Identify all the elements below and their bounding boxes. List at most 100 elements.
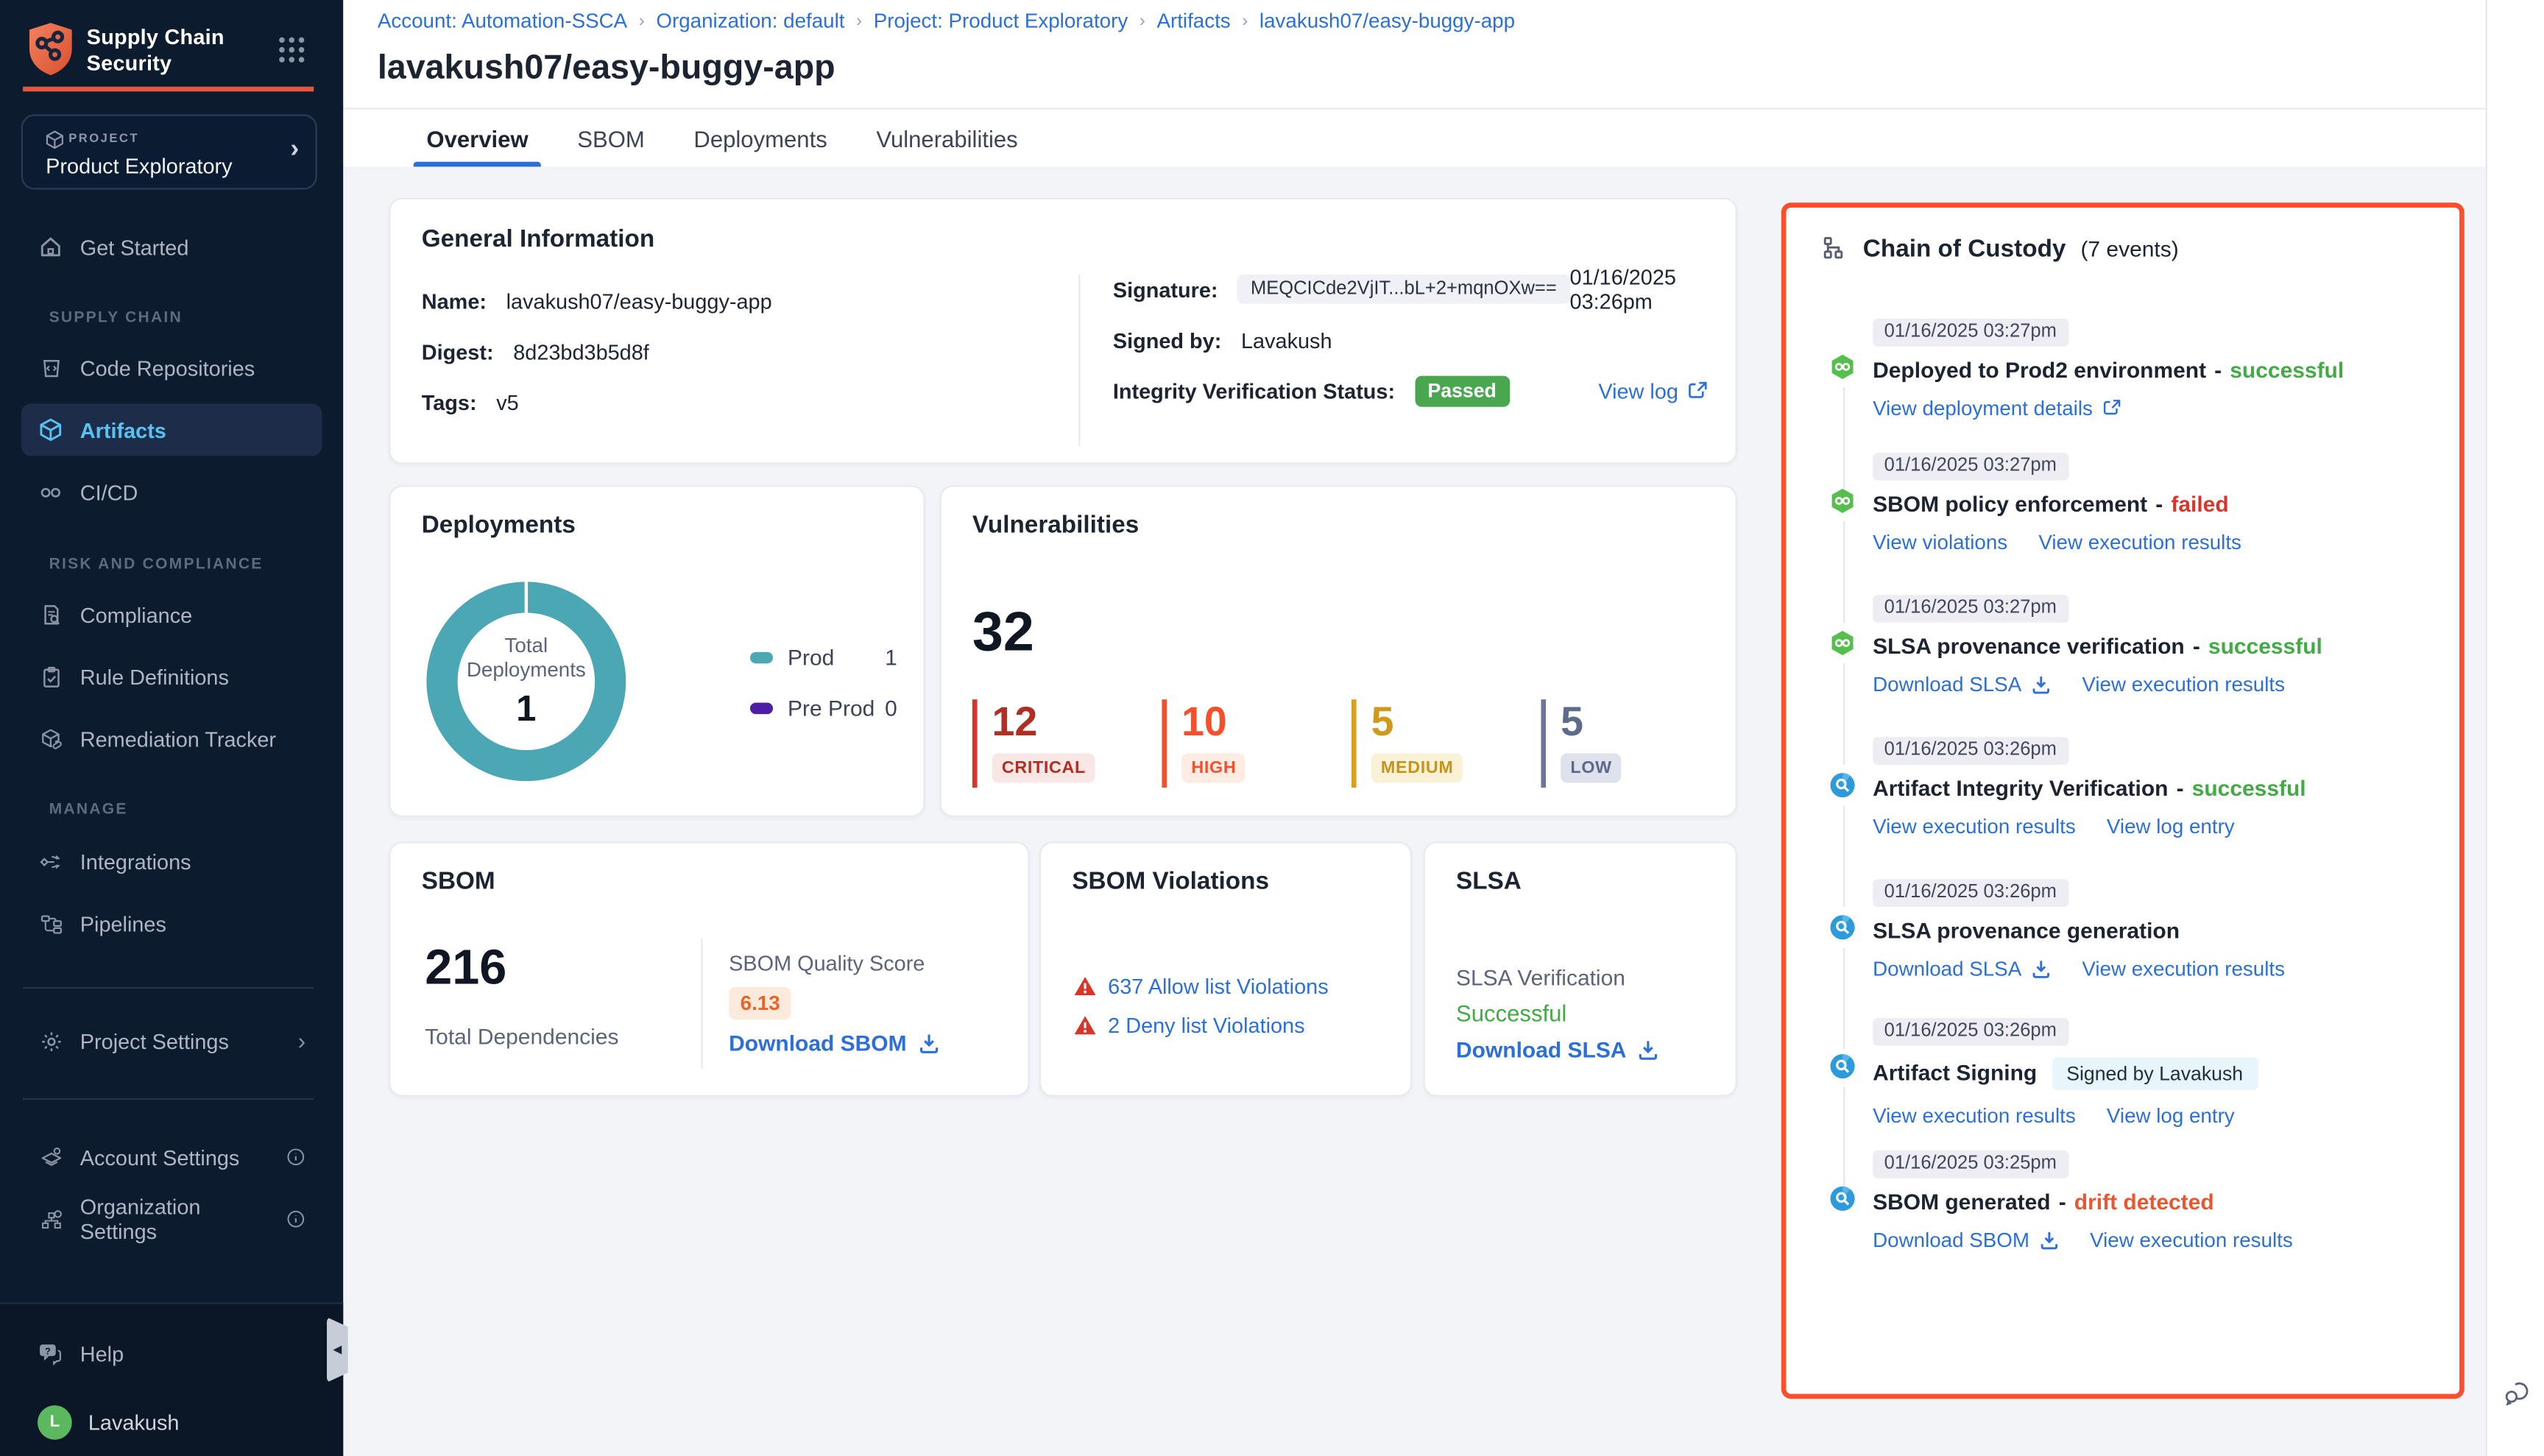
digest-label: Digest:: [422, 339, 494, 364]
severity-badge: CRITICAL: [992, 753, 1096, 782]
tab-deployments[interactable]: Deployments: [681, 110, 841, 167]
sidebar-item-artifacts[interactable]: Artifacts: [21, 403, 322, 456]
sidebar-item-cicd[interactable]: CI/CD: [21, 466, 322, 518]
signed-by-badge: Signed by Lavakush: [2052, 1056, 2258, 1089]
download-sbom-link[interactable]: Download SBOM: [729, 1031, 939, 1056]
timestamp: 01/16/2025 03:25pm: [1873, 1150, 2068, 1178]
event-status: successful: [2208, 633, 2322, 657]
legend-item-pre-prod: Pre Prod 0: [750, 690, 897, 726]
divider: [23, 1098, 314, 1100]
timestamp: 01/16/2025 03:27pm: [1873, 318, 2068, 346]
timestamp: 01/16/2025 03:26pm: [1873, 736, 2068, 764]
view-log-link[interactable]: View log: [1598, 378, 1708, 403]
info-icon: [286, 1147, 306, 1167]
sidebar-item-account-settings[interactable]: Account Settings: [21, 1131, 322, 1183]
user-menu[interactable]: L Lavakush: [21, 1396, 322, 1448]
timestamp: 01/16/2025 03:26pm: [1873, 878, 2068, 906]
tab-sbom[interactable]: SBOM: [564, 110, 657, 167]
breadcrumb-account[interactable]: Account: Automation-SSCA: [378, 10, 627, 32]
sidebar-item-pipelines[interactable]: Pipelines: [21, 897, 322, 950]
coc-event-artifact-integrity: 01/16/2025 03:26pm Artifact Integrity Ve…: [1786, 734, 2449, 838]
sidebar-item-compliance[interactable]: Compliance: [21, 588, 322, 640]
sidebar-item-help[interactable]: ? Help: [21, 1327, 322, 1379]
breadcrumb: Account: Automation-SSCA › Organization:…: [378, 10, 1515, 32]
sidebar-item-project-settings[interactable]: Project Settings ›: [21, 1015, 322, 1067]
sidebar-item-label: Organization Settings: [80, 1195, 270, 1244]
view-execution-results-link[interactable]: View execution results: [2082, 673, 2285, 696]
breadcrumb-artifacts[interactable]: Artifacts: [1156, 10, 1230, 32]
scan-blue-icon: [1829, 913, 1856, 941]
sidebar: Supply Chain Security PROJECT Product Ex…: [0, 0, 343, 1456]
coc-event-sbom-policy: 01/16/2025 03:27pm SBOM policy enforceme…: [1786, 450, 2449, 554]
event-title: Deployed to Prod2 environment: [1873, 357, 2206, 381]
timestamp: 01/16/2025 03:27pm: [1873, 452, 2068, 480]
app-switcher-grid-icon[interactable]: [278, 36, 305, 72]
event-title: SLSA provenance generation: [1873, 918, 2180, 942]
signature-label: Signature:: [1113, 277, 1218, 301]
view-log-entry-link[interactable]: View log entry: [2107, 815, 2235, 838]
event-status: drift detected: [2074, 1189, 2214, 1213]
view-execution-results-link[interactable]: View execution results: [1873, 815, 2076, 838]
allow-list-violations-link[interactable]: 637 Allow list Violations: [1108, 974, 1328, 998]
download-sbom-link[interactable]: Download SBOM: [1873, 1228, 2059, 1251]
sidebar-item-remediation-tracker[interactable]: Remediation Tracker: [21, 713, 322, 765]
sbom-card: SBOM 216 Total Dependencies SBOM Quality…: [389, 841, 1029, 1096]
chevron-separator-icon: ›: [1242, 12, 1248, 32]
tab-bar: Overview SBOM Deployments Vulnerabilitie…: [414, 110, 1031, 167]
donut-gap: [525, 582, 528, 612]
card-title: Vulnerabilities: [972, 512, 1139, 540]
view-execution-results-link[interactable]: View execution results: [2038, 530, 2241, 553]
prod-swatch: [750, 651, 773, 663]
tab-overview[interactable]: Overview: [414, 110, 542, 167]
coc-event-slsa-generation: 01/16/2025 03:26pm SLSA provenance gener…: [1786, 876, 2449, 980]
sidebar-item-label: Artifacts: [80, 417, 166, 442]
download-slsa-link[interactable]: Download SLSA: [1873, 957, 2051, 980]
help-chat-icon: ?: [38, 1340, 64, 1366]
sidebar-section-risk-and-compliance: RISK AND COMPLIANCE: [49, 556, 264, 573]
view-execution-results-link[interactable]: View execution results: [2090, 1228, 2293, 1251]
integrations-icon: [38, 848, 64, 874]
feedback-chat-icon[interactable]: [2502, 1377, 2533, 1415]
external-link-icon: [2102, 399, 2120, 417]
project-name: Product Exploratory: [46, 154, 232, 178]
tags-value: v5: [496, 389, 518, 414]
sidebar-item-code-repositories[interactable]: Code Repositories: [21, 342, 322, 394]
sidebar-item-label: CI/CD: [80, 480, 138, 504]
chevron-separator-icon: ›: [639, 12, 645, 32]
svg-text:?: ?: [45, 1345, 51, 1356]
event-title: SLSA provenance verification: [1873, 633, 2185, 657]
sidebar-item-label: Get Started: [80, 235, 189, 259]
chevron-separator-icon: ›: [1140, 12, 1145, 32]
view-execution-results-link[interactable]: View execution results: [2082, 957, 2285, 980]
tab-vulnerabilities[interactable]: Vulnerabilities: [863, 110, 1031, 167]
view-execution-results-link[interactable]: View execution results: [1873, 1104, 2076, 1127]
breadcrumb-current[interactable]: lavakush07/easy-buggy-app: [1259, 10, 1515, 32]
pre-prod-swatch: [750, 702, 773, 713]
breadcrumb-organization[interactable]: Organization: default: [656, 10, 844, 32]
artifacts-cube-icon: [38, 417, 64, 443]
deployments-donut-chart: Total Deployments 1: [426, 582, 626, 781]
download-slsa-link[interactable]: Download SLSA: [1456, 1038, 1659, 1062]
view-log-entry-link[interactable]: View log entry: [2107, 1104, 2235, 1127]
vulnerabilities-card: Vulnerabilities 32 12 CRITICAL 10 HIGH 5…: [940, 485, 1737, 817]
sidebar-collapse-handle[interactable]: ◀: [327, 1317, 348, 1382]
sidebar-item-integrations[interactable]: Integrations: [21, 835, 322, 887]
signed-by-value: Lavakush: [1241, 328, 1332, 352]
download-slsa-link[interactable]: Download SLSA: [1873, 673, 2051, 696]
sidebar-item-label: Account Settings: [80, 1145, 240, 1169]
right-rail: [2486, 0, 2544, 1456]
sidebar-item-get-started[interactable]: Get Started: [21, 221, 322, 273]
sidebar-section-supply-chain: SUPPLY CHAIN: [49, 309, 183, 327]
scan-blue-icon: [1829, 771, 1856, 799]
deny-list-violations-link[interactable]: 2 Deny list Violations: [1108, 1013, 1304, 1037]
warning-triangle-icon: [1074, 1015, 1097, 1036]
project-selector[interactable]: PROJECT Product Exploratory ›: [21, 114, 317, 189]
view-violations-link[interactable]: View violations: [1873, 530, 2007, 553]
breadcrumb-project[interactable]: Project: Product Exploratory: [874, 10, 1128, 32]
view-deployment-details-link[interactable]: View deployment details: [1873, 396, 2121, 419]
sidebar-item-rule-definitions[interactable]: Rule Definitions: [21, 651, 322, 703]
integrity-status-label: Integrity Verification Status:: [1113, 378, 1395, 403]
sidebar-item-organization-settings[interactable]: Organization Settings: [21, 1193, 322, 1245]
card-title: SLSA: [1456, 868, 1522, 896]
sidebar-item-label: Project Settings: [80, 1028, 229, 1053]
